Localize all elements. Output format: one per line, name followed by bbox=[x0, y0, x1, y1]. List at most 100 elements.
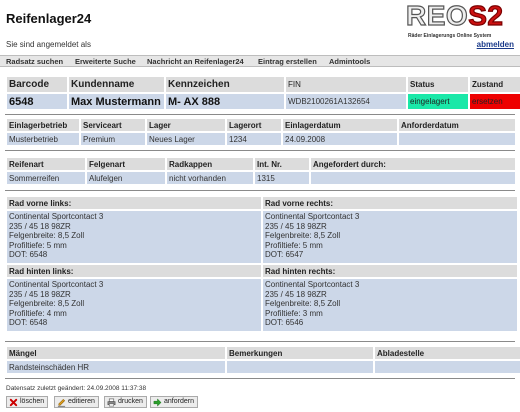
nav-item-search[interactable]: Radsatz suchen bbox=[6, 57, 63, 66]
defects-table: Mängel Bemerkungen Abladestelle Randstei… bbox=[5, 345, 520, 375]
divider bbox=[5, 114, 515, 115]
edit-icon bbox=[57, 398, 66, 407]
edit-button-label: editieren bbox=[68, 398, 95, 405]
rear-right-title: Rad hinten rechts: bbox=[263, 265, 517, 277]
reos2-logo: REOS2 Räder Einlagerungs Online System bbox=[405, 0, 516, 39]
page-header: Reifenlager24 REOS2 Räder Einlagerungs O… bbox=[0, 0, 520, 54]
remarks-value bbox=[227, 361, 373, 373]
table-row: Continental Sportcontact 3 235 / 45 18 9… bbox=[7, 279, 517, 331]
tire-model: Continental Sportcontact 3 bbox=[265, 280, 360, 289]
table-row: Sommerreifen Alufelgen nicht vorhanden 1… bbox=[7, 172, 515, 184]
column-header-remarks: Bemerkungen bbox=[227, 347, 373, 359]
tread-depth: Profiltiefe: 4 mm bbox=[9, 308, 67, 318]
divider bbox=[5, 150, 515, 151]
storage-table: Einlagerbetrieb Serviceart Lager Lageror… bbox=[5, 117, 517, 147]
logo-text: REO bbox=[405, 0, 469, 32]
column-header-tire-type: Reifenart bbox=[7, 158, 85, 170]
nav-item-create-entry[interactable]: Eintrag erstellen bbox=[258, 57, 317, 66]
wheels-section: Rad vorne links: Rad vorne rechts: Conti… bbox=[5, 195, 517, 333]
fin-value: WDB2100261A132654 bbox=[286, 94, 406, 109]
divider bbox=[5, 341, 515, 342]
column-header-fin: FIN bbox=[286, 77, 406, 92]
tire-type-value: Sommerreifen bbox=[7, 172, 85, 184]
nav-item-advanced-search[interactable]: Erweiterte Suche bbox=[75, 57, 136, 66]
condition-badge: ersetzen bbox=[470, 94, 520, 109]
dot-code: DOT: 6547 bbox=[265, 250, 304, 260]
column-header-storage-location: Lagerort bbox=[227, 119, 281, 131]
internal-number-value: 1315 bbox=[255, 172, 309, 184]
last-modified-note: Datensatz zuletzt geändert: 24.09.2008 1… bbox=[6, 385, 147, 392]
column-header-customer: Kundenname bbox=[69, 77, 164, 92]
main-nav: Radsatz suchen Erweiterte Suche Nachrich… bbox=[0, 55, 520, 67]
logo-tagline: Räder Einlagerungs Online System bbox=[408, 33, 492, 39]
edit-button[interactable]: editieren bbox=[54, 396, 99, 408]
table-header-row: Rad hinten links: Rad hinten rechts: bbox=[7, 265, 517, 277]
requested-by-value bbox=[311, 172, 515, 184]
tire-size: 235 / 45 18 98ZR bbox=[9, 221, 71, 231]
front-right-details: Continental Sportcontact 3 235 / 45 18 9… bbox=[263, 211, 517, 263]
rim-width: Felgenbreite: 8,5 Zoll bbox=[9, 231, 85, 241]
logo-text-red: S2 bbox=[468, 0, 504, 32]
request-button[interactable]: anfordern bbox=[150, 396, 198, 408]
warehouse-value: Neues Lager bbox=[147, 133, 225, 145]
login-status: Sie sind angemeldet als bbox=[6, 40, 91, 49]
wheels-table: Rad vorne links: Rad vorne rechts: Conti… bbox=[5, 195, 519, 333]
column-header-status: Status bbox=[408, 77, 468, 92]
request-date-value bbox=[399, 133, 515, 145]
customer-name: Max Mustermann bbox=[69, 94, 164, 109]
column-header-internal-number: Int. Nr. bbox=[255, 158, 309, 170]
tread-depth: Profiltiefe: 3 mm bbox=[265, 308, 323, 318]
dot-code: DOT: 6548 bbox=[9, 250, 48, 260]
arrow-right-icon bbox=[153, 398, 162, 407]
rim-width: Felgenbreite: 8,5 Zoll bbox=[265, 299, 341, 309]
delete-button-label: löschen bbox=[20, 398, 45, 405]
column-header-storage-company: Einlagerbetrieb bbox=[7, 119, 79, 131]
status-badge: eingelagert bbox=[408, 94, 468, 109]
nav-item-admintools[interactable]: Admintools bbox=[329, 57, 370, 66]
dot-code: DOT: 6548 bbox=[9, 318, 48, 328]
tire-section: Reifenart Felgenart Radkappen Int. Nr. A… bbox=[5, 156, 515, 186]
rim-width: Felgenbreite: 8,5 Zoll bbox=[9, 299, 85, 309]
tire-size: 235 / 45 18 98ZR bbox=[9, 289, 71, 299]
divider bbox=[5, 378, 515, 379]
print-button-label: drucken bbox=[118, 398, 143, 405]
printer-icon bbox=[107, 398, 116, 407]
column-header-service-type: Serviceart bbox=[81, 119, 145, 131]
divider bbox=[5, 190, 515, 191]
table-row: 6548 Max Mustermann M- AX 888 WDB2100261… bbox=[7, 94, 520, 109]
column-header-storage-date: Einlagerdatum bbox=[283, 119, 397, 131]
front-left-details: Continental Sportcontact 3 235 / 45 18 9… bbox=[7, 211, 261, 263]
barcode-value: 6548 bbox=[7, 94, 67, 109]
column-header-plate: Kennzeichen bbox=[166, 77, 284, 92]
delete-icon bbox=[9, 398, 18, 407]
dot-code: DOT: 6546 bbox=[265, 318, 304, 328]
storage-company-value: Musterbetrieb bbox=[7, 133, 79, 145]
summary-table: Barcode Kundenname Kennzeichen FIN Statu… bbox=[5, 75, 520, 111]
print-button[interactable]: drucken bbox=[104, 396, 147, 408]
table-header-row: Reifenart Felgenart Radkappen Int. Nr. A… bbox=[7, 158, 515, 170]
tire-size: 235 / 45 18 98ZR bbox=[265, 289, 327, 299]
column-header-request-date: Anforderdatum bbox=[399, 119, 515, 131]
column-header-warehouse: Lager bbox=[147, 119, 225, 131]
column-header-state: Zustand bbox=[470, 77, 520, 92]
rear-right-details: Continental Sportcontact 3 235 / 45 18 9… bbox=[263, 279, 517, 331]
rear-left-details: Continental Sportcontact 3 235 / 45 18 9… bbox=[7, 279, 261, 331]
app-title: Reifenlager24 bbox=[6, 11, 92, 26]
nav-item-message[interactable]: Nachricht an Reifenlager24 bbox=[147, 57, 244, 66]
storage-date-value: 24.09.2008 bbox=[283, 133, 397, 145]
hubcaps-value: nicht vorhanden bbox=[167, 172, 253, 184]
defects-section: Mängel Bemerkungen Abladestelle Randstei… bbox=[5, 345, 520, 375]
rim-type-value: Alufelgen bbox=[87, 172, 165, 184]
column-header-requested-by: Angefordert durch: bbox=[311, 158, 515, 170]
logout-link[interactable]: abmelden bbox=[477, 40, 514, 49]
request-button-label: anfordern bbox=[164, 398, 194, 405]
tread-depth: Profiltiefe: 5 mm bbox=[265, 240, 323, 250]
column-header-rim-type: Felgenart bbox=[87, 158, 165, 170]
table-header-row: Rad vorne links: Rad vorne rechts: bbox=[7, 197, 517, 209]
tire-model: Continental Sportcontact 3 bbox=[265, 212, 360, 221]
delete-button[interactable]: löschen bbox=[6, 396, 49, 408]
table-row: Randsteinschäden HR bbox=[7, 361, 520, 373]
drop-off-value bbox=[375, 361, 520, 373]
table-header-row: Einlagerbetrieb Serviceart Lager Lageror… bbox=[7, 119, 515, 131]
front-left-title: Rad vorne links: bbox=[7, 197, 261, 209]
